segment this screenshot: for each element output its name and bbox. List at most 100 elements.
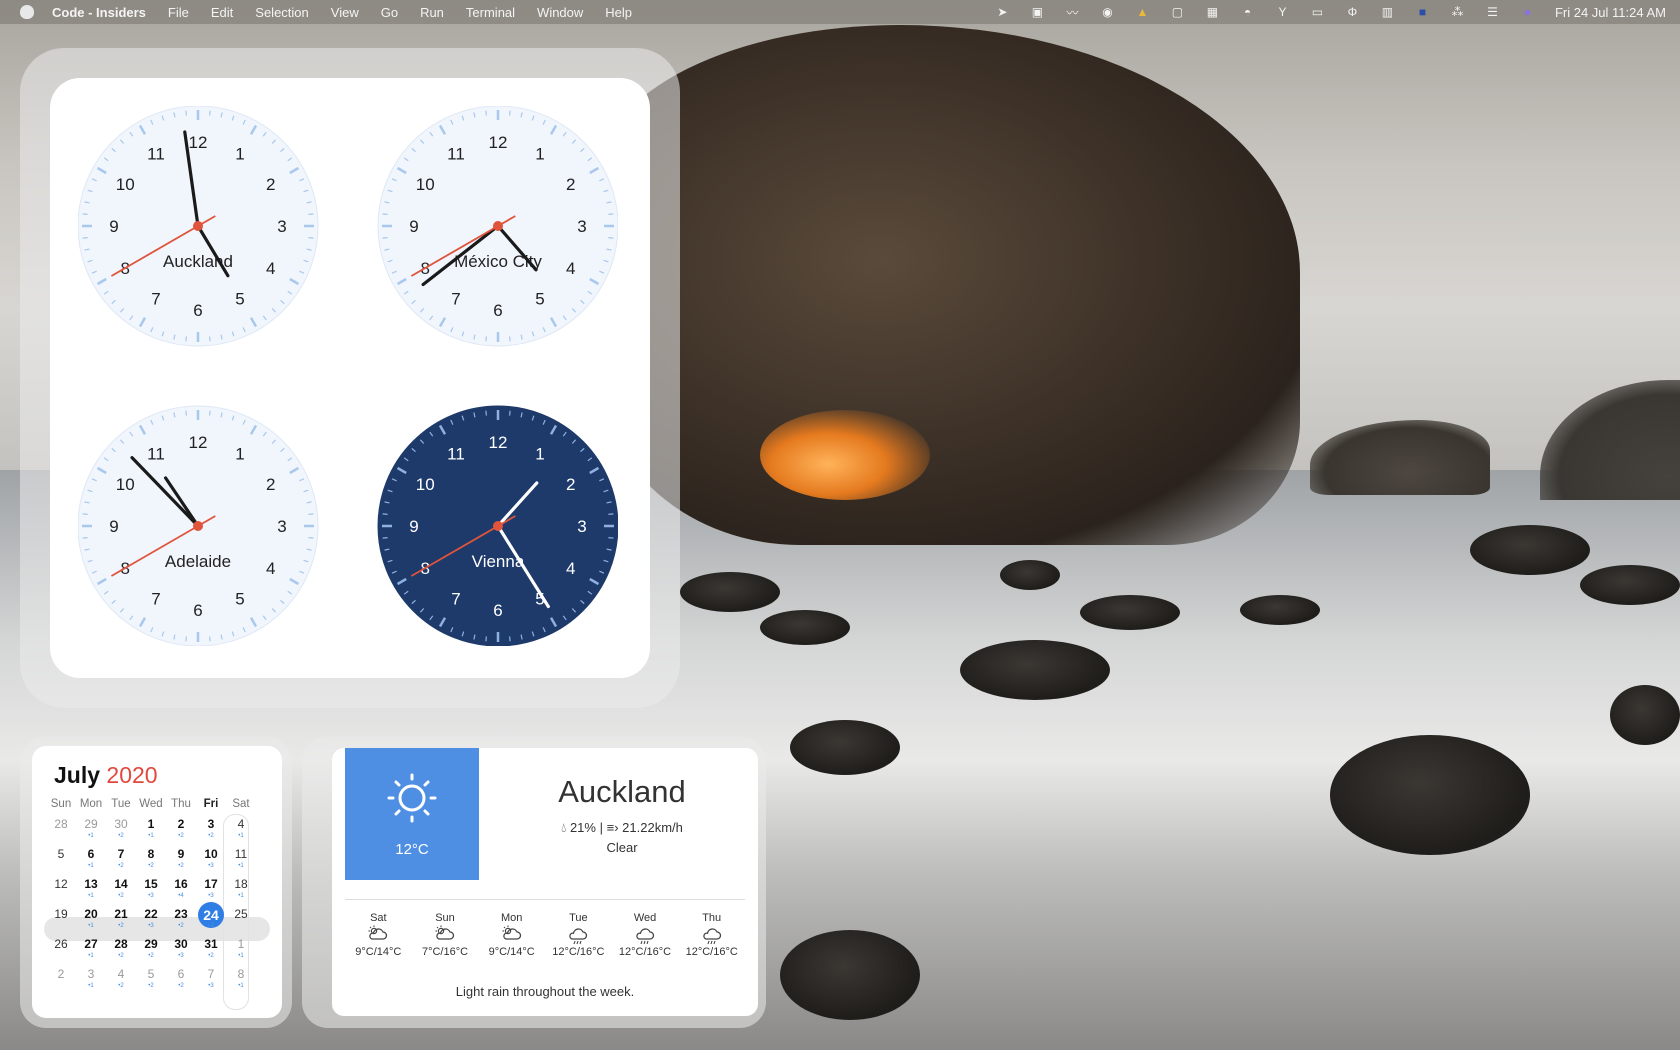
event-count-dot: •1 [148, 833, 154, 839]
calendar-day[interactable]: 15 •3 [136, 870, 166, 900]
crowd-icon[interactable]: ⁂ [1450, 5, 1465, 19]
one-password-icon[interactable]: ◉ [1100, 5, 1115, 19]
flag-australia-icon[interactable]: ■ [1415, 5, 1430, 19]
calendar-day[interactable]: 3 •2 [196, 810, 226, 840]
calendar-day[interactable]: 5 •2 [136, 960, 166, 990]
calendar-day[interactable]: 6 •1 [76, 840, 106, 870]
control-center-icon[interactable]: ☰ [1485, 5, 1500, 19]
app-window-icon[interactable]: ▣ [1030, 5, 1045, 19]
calendar-day[interactable]: 30 •2 [106, 810, 136, 840]
grid-app-icon[interactable]: ▦ [1205, 5, 1220, 19]
apple-menu-icon[interactable] [20, 5, 34, 19]
bowler-hat-icon[interactable]: ◓ [1240, 5, 1255, 19]
calendar-day[interactable]: 21 •2 [106, 900, 136, 930]
clock-minute-tick [209, 636, 211, 642]
calendar-day[interactable]: 8 •1 [226, 960, 256, 990]
weekday-label: Sat [232, 798, 250, 810]
calendar-day[interactable]: 20 •1 [76, 900, 106, 930]
siri-icon[interactable]: ● [1520, 5, 1535, 19]
timing-icon[interactable]: Φ [1345, 5, 1360, 19]
calendar-day[interactable]: 16 •4 [166, 870, 196, 900]
clock-numeral: 3 [277, 517, 286, 536]
calendar-day-number: 16 [174, 877, 188, 891]
menu-edit[interactable]: Edit [211, 5, 233, 20]
calendar-day-number: 21 [114, 907, 128, 921]
event-count-dot: •2 [148, 863, 154, 869]
calendar-day[interactable]: 3 •1 [76, 960, 106, 990]
calendar-day[interactable]: 11 •1 [226, 840, 256, 870]
calendar-day[interactable]: 4 •2 [106, 960, 136, 990]
calendar-day[interactable]: 27 •1 [76, 930, 106, 960]
calendar-widget[interactable]: July 2020 Sun Mon Tue Wed Thu Fri Sat 28 29 •1 30… [32, 746, 282, 1018]
menu-view[interactable]: View [331, 5, 359, 20]
calendar-day-number: 13 [84, 877, 98, 891]
calendar-day-number: 2 [57, 967, 65, 981]
menu-selection[interactable]: Selection [255, 5, 308, 20]
calendar-day[interactable]: 2 [46, 960, 76, 990]
menu-help[interactable]: Help [605, 5, 632, 20]
calendar-day[interactable]: 1 •1 [226, 930, 256, 960]
calendar-day-number: 26 [54, 937, 68, 951]
calendar-day[interactable]: 14 •2 [106, 870, 136, 900]
clock-numeral: 2 [566, 475, 575, 494]
calendar-day[interactable]: 10 •3 [196, 840, 226, 870]
calendar-day[interactable]: 12 [46, 870, 76, 900]
calendar-day[interactable]: 8 •2 [136, 840, 166, 870]
weather-widget[interactable]: 12°C Auckland 💧︎ 21% | ≡› 21.22km/h Clea… [332, 748, 758, 1016]
location-arrow-icon[interactable]: ➤ [995, 5, 1010, 19]
calendar-day[interactable]: 29 •2 [136, 930, 166, 960]
calendar-day[interactable]: 4 •1 [226, 810, 256, 840]
warning-icon[interactable]: ▲ [1135, 5, 1150, 19]
calendar-month: July [54, 762, 101, 788]
calendar-day[interactable]: 22 •3 [136, 900, 166, 930]
calendar-day[interactable]: 29 •1 [76, 810, 106, 840]
event-count-dot: •2 [118, 953, 124, 959]
trash-icon[interactable]: ▥ [1380, 5, 1395, 19]
calendar-day[interactable]: 31 •2 [196, 930, 226, 960]
clock-minute-tick [308, 513, 314, 515]
calendar-day[interactable]: 18 •1 [226, 870, 256, 900]
calendar-day[interactable]: 30 •3 [166, 930, 196, 960]
calendar-day[interactable]: 28 [46, 810, 76, 840]
event-count-dot: ○1 [207, 923, 215, 929]
screen-share-icon[interactable]: ▢ [1170, 5, 1185, 19]
branch-icon[interactable]: Y [1275, 5, 1290, 19]
calendar-day[interactable]: 28 •2 [106, 930, 136, 960]
calendar-day[interactable]: 9 •2 [166, 840, 196, 870]
weekday-label: Wed [139, 798, 163, 810]
menu-window[interactable]: Window [537, 5, 583, 20]
calendar-day[interactable]: 6 •2 [166, 960, 196, 990]
rain-icon [612, 924, 679, 946]
calendar-day[interactable]: 19 [46, 900, 76, 930]
calendar-day[interactable]: 23 •2 [166, 900, 196, 930]
event-count-dot: •2 [118, 863, 124, 869]
calendar-day[interactable]: 2 •2 [166, 810, 196, 840]
calendar-day[interactable]: 7 •3 [196, 960, 226, 990]
calendar-day-today[interactable]: 24 ○1 [196, 900, 226, 930]
menu-app-name[interactable]: Code - Insiders [52, 5, 146, 20]
calendar-day-number: 31 [204, 937, 218, 951]
menu-file[interactable]: File [168, 5, 189, 20]
menu-run[interactable]: Run [420, 5, 444, 20]
clock-numeral: 5 [235, 290, 244, 309]
clock-numeral: 12 [189, 133, 208, 152]
calendar-day[interactable]: 5 [46, 840, 76, 870]
calendar-day[interactable]: 26 [46, 930, 76, 960]
calendar-day[interactable]: 13 •1 [76, 870, 106, 900]
clock-numeral: 3 [577, 517, 586, 536]
wallpaper-rock [960, 640, 1110, 700]
mustache-icon[interactable]: 〰 [1065, 6, 1080, 20]
clock-numeral: 1 [235, 144, 244, 163]
calendar-day[interactable]: 1 •1 [136, 810, 166, 840]
calendar-day[interactable]: 25 [226, 900, 256, 930]
menu-terminal[interactable]: Terminal [466, 5, 515, 20]
menu-go[interactable]: Go [381, 5, 398, 20]
forecast-day-name: Thu [702, 912, 722, 924]
menu-bar-clock[interactable]: Fri 24 Jul 11:24 AM [1555, 5, 1666, 20]
calendar-day[interactable]: 17 •3 [196, 870, 226, 900]
toggle-icon[interactable]: ▭ [1310, 5, 1325, 19]
wallpaper-rock [1580, 565, 1680, 605]
clock-minute-tick [509, 636, 511, 642]
calendar-day[interactable]: 7 •2 [106, 840, 136, 870]
clock-numeral: 11 [147, 444, 165, 463]
